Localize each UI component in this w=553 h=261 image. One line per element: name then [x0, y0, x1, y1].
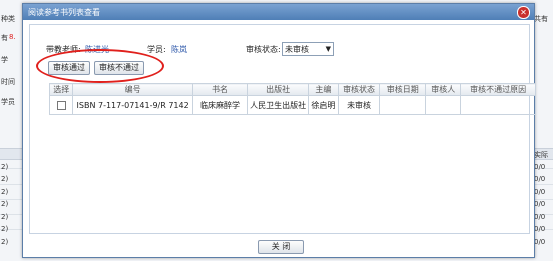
column-header[interactable]: 审核人	[425, 83, 462, 96]
background-text: 2)	[1, 213, 9, 221]
column-header[interactable]: 出版社	[247, 83, 309, 96]
background-text: 种类	[1, 15, 15, 23]
background-text: 时间	[1, 78, 15, 86]
background-text: 学	[1, 56, 8, 64]
title-cell: 临床麻醉学	[191, 95, 249, 115]
column-header[interactable]: 编号	[72, 83, 193, 96]
background-text: 2)	[1, 238, 9, 246]
background-text: 实际	[534, 151, 548, 159]
background-text: 共有	[534, 15, 548, 23]
status-cell: 未审核	[337, 95, 381, 115]
column-header[interactable]: 选择	[48, 83, 74, 96]
background-text: 0/0	[534, 213, 546, 221]
column-header[interactable]: 主编	[307, 83, 339, 96]
background-text: 0/0	[534, 225, 546, 233]
close-button[interactable]: 关 闭	[258, 240, 304, 254]
publisher-cell: 人民卫生出版社	[247, 95, 309, 115]
background-text: 0/0	[534, 200, 546, 208]
background-text: 8.	[9, 33, 16, 41]
row-checkbox[interactable]	[56, 100, 66, 110]
close-icon[interactable]: ✕	[517, 6, 530, 19]
dialog-titlebar[interactable]: 阅读参考书列表查看 ✕	[23, 4, 534, 20]
status-select-value: 未审核	[285, 45, 309, 54]
reject-reason-cell	[460, 95, 536, 115]
student-label: 学员:	[147, 45, 166, 54]
column-header[interactable]: 书名	[191, 83, 249, 96]
background-text: 有	[1, 34, 8, 42]
background-text: 2)	[1, 188, 9, 196]
student-value: 陈岚	[171, 45, 187, 54]
background-left-column: 种类 有 8. 学 时间 学员 2) 2) 2) 2) 2) 2) 2)	[0, 0, 22, 261]
background-text: 2)	[1, 175, 9, 183]
select-cell	[48, 95, 74, 115]
status-label: 审核状态:	[246, 45, 281, 54]
review-date-cell	[379, 95, 427, 115]
book-table: 选择 编号 书名 出版社 主编 审核状态 审核日期 审核人 审核不通过原因 IS…	[48, 83, 536, 115]
background-text: 2)	[1, 163, 9, 171]
background-text: 0/0	[534, 163, 546, 171]
dialog-title: 阅读参考书列表查看	[28, 8, 100, 17]
isbn-cell: ISBN 7-117-07141-9/R 7142	[72, 95, 193, 115]
table-header-row: 选择 编号 书名 出版社 主编 审核状态 审核日期 审核人 审核不通过原因	[48, 83, 536, 96]
approve-button[interactable]: 审核通过	[48, 61, 90, 75]
background-text: 学员	[1, 98, 15, 106]
column-header[interactable]: 审核状态	[337, 83, 381, 96]
background-text: 2)	[1, 200, 9, 208]
reject-button[interactable]: 审核不通过	[94, 61, 144, 75]
chevron-down-icon: ▼	[325, 45, 331, 53]
background-text: 0/0	[534, 238, 546, 246]
status-select[interactable]: 未审核 ▼	[282, 42, 334, 56]
background-text: 2)	[1, 225, 9, 233]
reference-book-dialog: 阅读参考书列表查看 ✕ 带教老师: 陈进光 学员: 陈岚 审核状态: 未审核 ▼…	[22, 3, 536, 258]
background-text: 0/0	[534, 175, 546, 183]
background-text: 0/0	[534, 188, 546, 196]
table-row[interactable]: ISBN 7-117-07141-9/R 7142 临床麻醉学 人民卫生出版社 …	[48, 95, 536, 115]
column-header[interactable]: 审核日期	[379, 83, 427, 96]
reviewer-cell	[425, 95, 462, 115]
column-header[interactable]: 审核不通过原因	[460, 83, 536, 96]
editor-cell: 徐启明	[307, 95, 339, 115]
